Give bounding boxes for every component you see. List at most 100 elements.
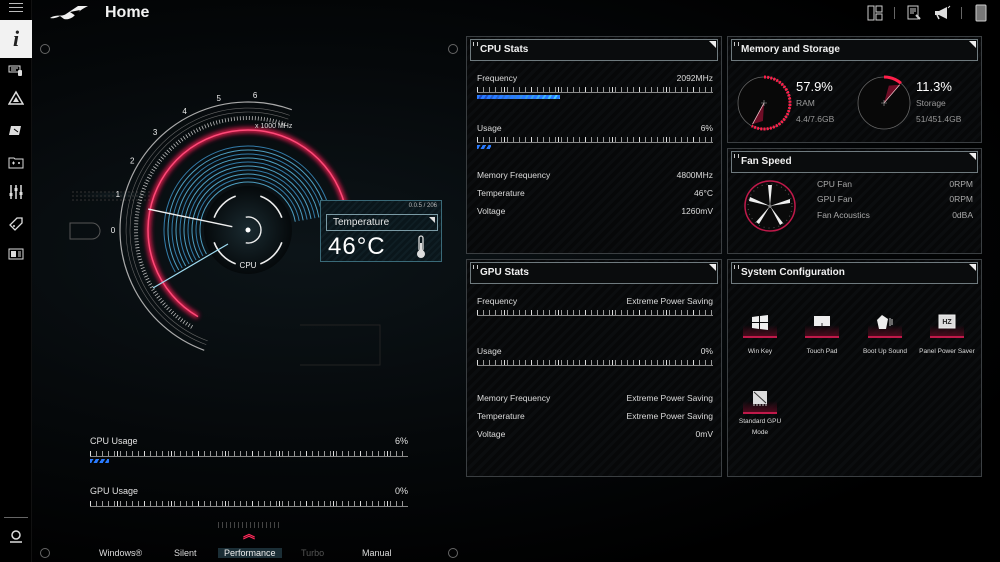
- temperature-card: 0.0.5 / 206 Temperature 46°C: [320, 200, 442, 262]
- gpu-frequency-scale: [477, 310, 713, 316]
- voltage-value: 0mV: [695, 429, 713, 439]
- gauge-scale-label: 2: [130, 156, 135, 165]
- ram-dial: [737, 75, 792, 131]
- gpu-frequency-bar: [477, 310, 713, 316]
- sidebar-item-tuning[interactable]: [0, 178, 32, 206]
- sidebar-item-deals[interactable]: [0, 210, 32, 238]
- fan-speed-title: Fan Speed: [731, 151, 978, 173]
- temperature-card-label: Temperature: [326, 214, 438, 231]
- gpu-mode-toggle[interactable]: Standard GPU Mode: [731, 388, 789, 438]
- memory-storage-title: Memory and Storage: [731, 39, 978, 61]
- gpu-mode-icon: [753, 391, 767, 406]
- rog-logo: [50, 6, 88, 20]
- cpu-usage-meter: CPU Usage 6%: [90, 436, 408, 466]
- win-key-label: Win Key: [747, 348, 773, 355]
- sidebar-item-device[interactable]: [0, 56, 32, 84]
- temperature-value: 46°C: [694, 188, 713, 198]
- system-configuration-title: System Configuration: [731, 262, 978, 284]
- gpu-stats-title: GPU Stats: [470, 262, 718, 284]
- gear-icon: [448, 44, 458, 54]
- device-button[interactable]: [972, 4, 990, 22]
- boot-up-sound-label: Boot Up Sound: [862, 348, 908, 355]
- cpu-frequency-label: Frequency: [477, 73, 518, 83]
- profile-icon: [9, 126, 21, 135]
- cpu-usage-fill: [90, 459, 110, 463]
- gauge-scale-label: 4: [182, 107, 187, 116]
- memory-frequency-label: Memory Frequency: [477, 170, 551, 180]
- mode-manual[interactable]: Manual: [362, 548, 392, 558]
- gpu-usage-bar: [477, 360, 713, 366]
- win-key-toggle[interactable]: Win Key: [731, 312, 789, 357]
- temperature-card-value: 46°C: [328, 233, 386, 260]
- temperature-label: Temperature: [477, 188, 525, 198]
- gpu-usage-value: 0%: [700, 346, 713, 356]
- gpu-usage-scale: [90, 501, 408, 507]
- mode-windows[interactable]: Windows®: [99, 548, 142, 558]
- gear-icon: [40, 548, 50, 558]
- ram-label: RAM: [796, 98, 815, 108]
- sidebar-item-user-center[interactable]: [0, 522, 32, 550]
- gpu-usage-label: Usage: [477, 346, 502, 356]
- triangle-logo-icon: [8, 90, 24, 105]
- mode-silent[interactable]: Silent: [174, 548, 197, 558]
- boot-up-sound-toggle[interactable]: Boot Up Sound: [856, 312, 914, 357]
- cpu-usage-fill: [477, 145, 492, 149]
- announcements-button[interactable]: [933, 4, 951, 22]
- touch-pad-toggle[interactable]: Touch Pad: [793, 312, 851, 357]
- folder-game-icon: [8, 157, 24, 169]
- notes-button[interactable]: [905, 4, 923, 22]
- voltage-label: Voltage: [477, 206, 506, 216]
- cpu-usage-scale: [477, 137, 713, 143]
- armoury-crate-window: i Home 0 1 2 3 4 5 6 x 1000 MHz CPU 0.0.…: [0, 0, 1000, 562]
- top-toolbar: [866, 4, 990, 22]
- svg-text:HZ: HZ: [942, 319, 952, 326]
- temperature-card-id: 0.0.5 / 206: [408, 203, 437, 209]
- cpu-fan-label: CPU Fan: [817, 179, 852, 189]
- system-configuration-panel: System Configuration Win Key Touch Pad B…: [727, 259, 982, 477]
- sidebar-item-library[interactable]: [0, 148, 32, 176]
- user-icon: [10, 530, 22, 543]
- gpu-fan-value: 0RPM: [949, 194, 973, 204]
- cpu-stats-title: CPU Stats: [470, 39, 718, 61]
- memory-frequency-label: Memory Frequency: [477, 393, 551, 403]
- layout-button[interactable]: [866, 4, 884, 22]
- gauge-center-label: CPU: [240, 261, 257, 270]
- tag-icon: [9, 217, 23, 231]
- cpu-fan-value: 0RPM: [949, 179, 973, 189]
- gpu-frequency-value: Extreme Power Saving: [626, 296, 713, 306]
- memory-frequency-value: Extreme Power Saving: [626, 393, 713, 403]
- panel-power-saver-label: Panel Power Saver: [919, 348, 975, 355]
- fan-icon: [744, 180, 796, 232]
- sidebar-item-profiles[interactable]: [0, 116, 32, 144]
- touchpad-icon: [814, 316, 830, 326]
- menu-icon[interactable]: [9, 3, 23, 13]
- cpu-usage-label: Usage: [477, 123, 502, 133]
- cpu-usage-value: 6%: [394, 436, 408, 446]
- temperature-value: Extreme Power Saving: [626, 411, 713, 421]
- fan-acoustics-label: Fan Acoustics: [817, 210, 870, 220]
- panel-hz-icon: HZ: [938, 314, 956, 329]
- gpu-fan-label: GPU Fan: [817, 194, 853, 204]
- gauge-scale-label: 5: [217, 94, 222, 103]
- sidebar-item-armoury[interactable]: [0, 84, 32, 112]
- gear-icon: [448, 548, 458, 558]
- gauge-scale-label: 1: [116, 190, 121, 199]
- cpu-frequency-fill: [477, 95, 560, 99]
- sidebar-item-news[interactable]: [0, 240, 32, 268]
- ram-percent: 57.9%: [796, 79, 833, 94]
- storage-dial: [857, 75, 911, 130]
- cpu-usage-value: 6%: [700, 123, 713, 133]
- voltage-value: 1260mV: [681, 206, 713, 216]
- fan-acoustics-value: 0dBA: [952, 210, 973, 220]
- gpu-stats-panel: GPU Stats Frequency Extreme Power Saving…: [466, 259, 722, 477]
- mode-turbo[interactable]: Turbo: [301, 548, 324, 558]
- sidebar-item-home[interactable]: i: [0, 20, 32, 58]
- gauge-unit-label: x 1000 MHz: [255, 123, 293, 130]
- notes-icon: [907, 5, 921, 20]
- gpu-usage-scale: [477, 360, 713, 366]
- mode-performance[interactable]: Performance: [218, 548, 282, 558]
- cpu-frequency-bar: [477, 87, 713, 99]
- cpu-usage-label: CPU Usage: [90, 436, 138, 446]
- sidebar-divider: [4, 517, 28, 518]
- panel-power-saver-toggle[interactable]: HZ Panel Power Saver: [918, 312, 976, 357]
